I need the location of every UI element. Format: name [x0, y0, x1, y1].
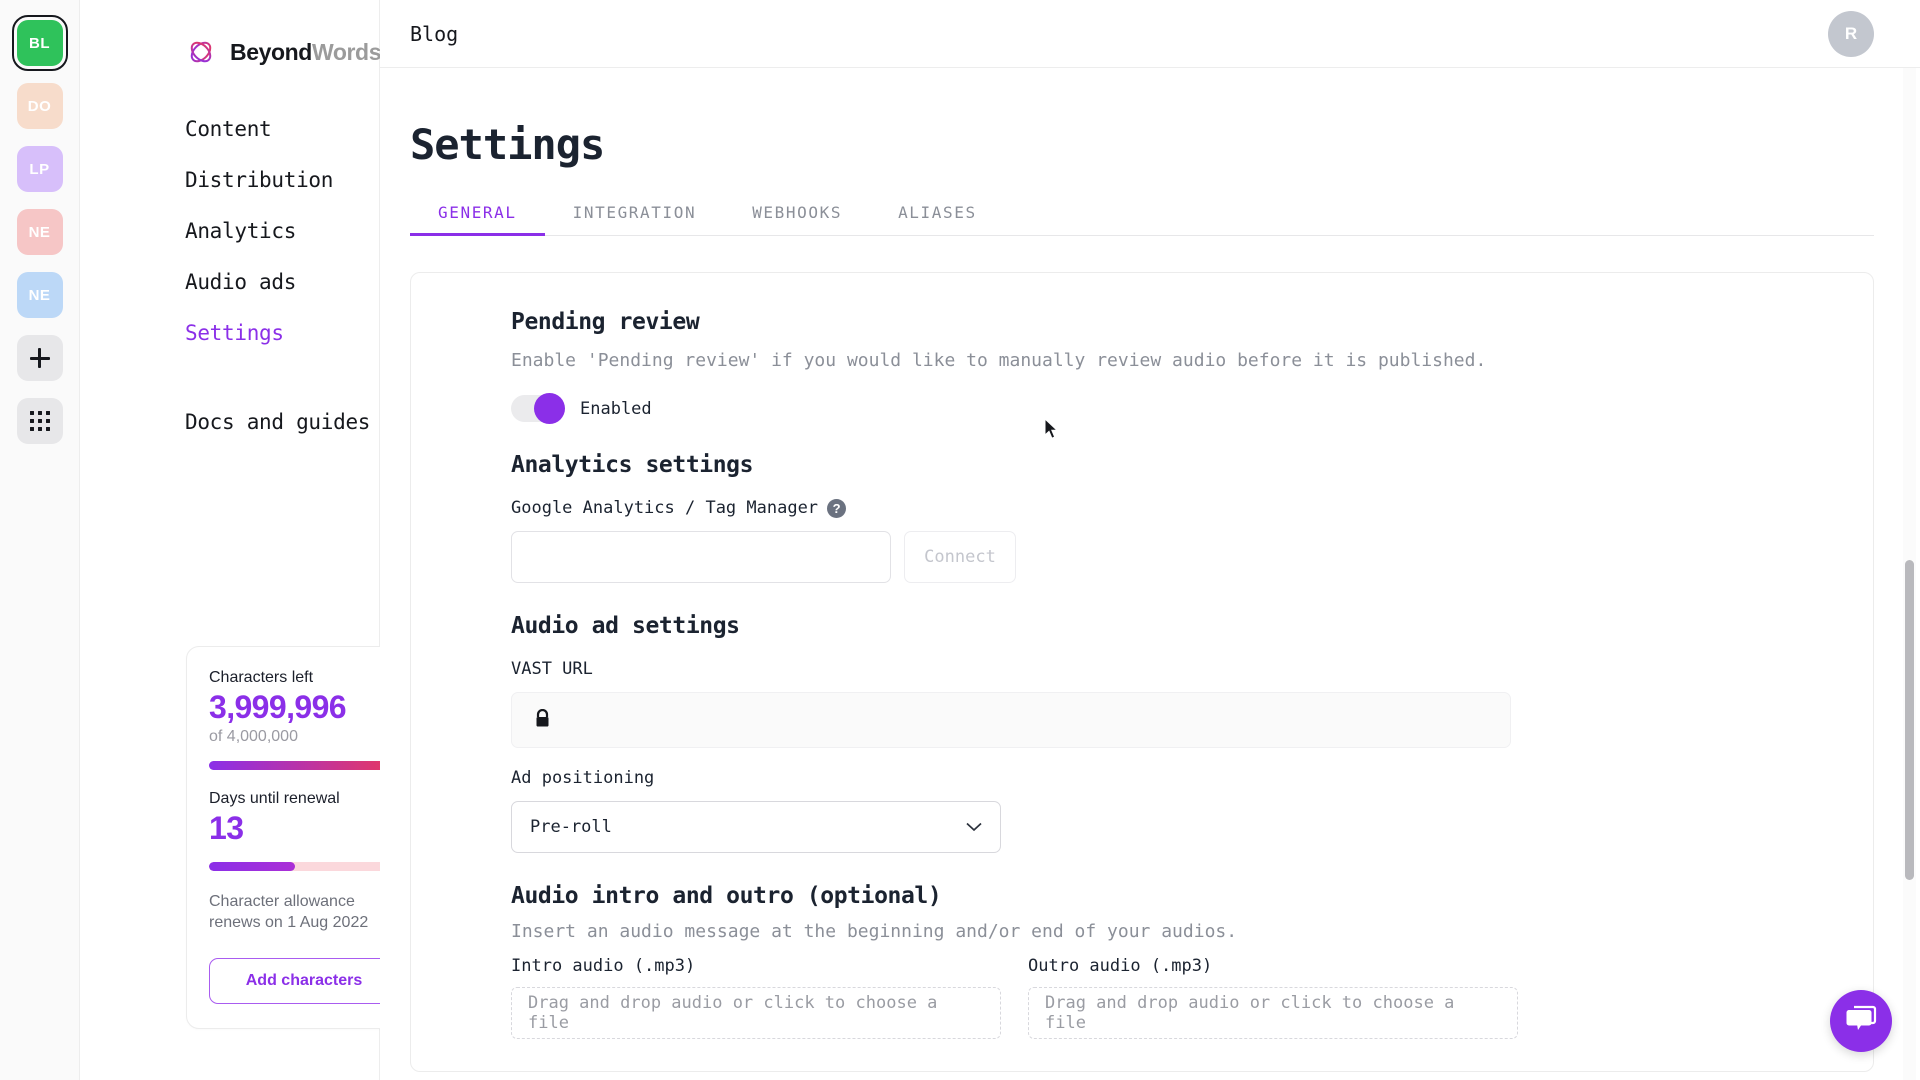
avatar-initial: R [1844, 23, 1858, 43]
add-characters-button[interactable]: Add characters [209, 957, 399, 1004]
google-analytics-label: Google Analytics / Tag Manager ? [511, 498, 1773, 518]
pending-review-toggle-row: Enabled [511, 393, 1773, 424]
sidebar-item-docs-and-guides[interactable]: Docs and guides [185, 410, 370, 434]
workspace-lp[interactable]: LP [16, 146, 63, 192]
sidebar-item-settings[interactable]: Settings [185, 321, 284, 345]
ad-positioning-value: Pre-roll [530, 817, 612, 837]
sidebar-item-content[interactable]: Content [185, 117, 272, 141]
card-inner: Pending review Enable 'Pending review' i… [411, 309, 1873, 1039]
tab-integration[interactable]: INTEGRATION [545, 203, 725, 235]
sidebar-nav: Content Distribution Analytics Audio ads… [80, 117, 379, 434]
sidebar: BeyondWords Content Distribution Analyti… [80, 0, 422, 1080]
help-icon[interactable]: ? [827, 498, 847, 518]
sidebar-item-analytics[interactable]: Analytics [185, 219, 296, 243]
toggle-knob [534, 393, 565, 424]
intro-audio-label: Intro audio (.mp3) [511, 956, 696, 976]
settings-content: Settings GENERAL INTEGRATION WEBHOOKS AL… [380, 120, 1920, 1080]
outro-audio-label: Outro audio (.mp3) [1028, 956, 1213, 976]
audio-ad-settings-heading: Audio ad settings [511, 613, 740, 639]
beyondwords-logo-icon [185, 36, 217, 68]
outro-audio-placeholder: Drag and drop audio or click to choose a… [1045, 993, 1455, 1033]
sidebar-item-audio-ads[interactable]: Audio ads [185, 270, 296, 294]
workspace-bl[interactable]: BL [11, 15, 68, 71]
apps-grid-icon [29, 411, 50, 431]
outro-audio-col: Outro audio (.mp3) Drag and drop audio o… [1028, 956, 1518, 1039]
apps-grid-button[interactable] [16, 398, 63, 444]
audio-dropzones: Intro audio (.mp3) Drag and drop audio o… [511, 956, 1773, 1039]
workspace-ne-2[interactable]: NE [16, 272, 63, 318]
characters-total: of 4,000,000 [209, 727, 298, 745]
topbar: Blog R [380, 0, 1920, 68]
workspace-initials: NE [28, 286, 51, 304]
pending-review-toggle-label: Enabled [580, 398, 652, 419]
workspace-do[interactable]: DO [16, 83, 63, 129]
characters-progress-bar [209, 760, 399, 770]
workspace-initials: NE [28, 223, 51, 241]
vast-url-field [511, 692, 1511, 748]
brand-name-bold: Beyond [230, 38, 312, 65]
pending-review-description: Enable 'Pending review' if you would lik… [511, 350, 1487, 371]
tab-webhooks[interactable]: WEBHOOKS [724, 203, 870, 235]
intro-audio-dropzone[interactable]: Drag and drop audio or click to choose a… [511, 987, 1001, 1039]
intro-audio-placeholder: Drag and drop audio or click to choose a… [528, 993, 938, 1033]
days-until-renewal-label: Days until renewal [209, 789, 340, 807]
page-title: Settings [410, 120, 605, 169]
days-until-renewal-value: 13 [209, 809, 244, 846]
add-project-button[interactable] [16, 335, 63, 381]
intro-audio-col: Intro audio (.mp3) Drag and drop audio o… [511, 956, 1001, 1039]
chat-bubble-icon [1845, 1004, 1877, 1038]
characters-left-value: 3,999,996 [209, 689, 347, 725]
tab-general[interactable]: GENERAL [410, 203, 545, 236]
connect-button[interactable]: Connect [904, 531, 1016, 583]
audio-intro-outro-heading: Audio intro and outro (optional) [511, 883, 942, 909]
days-progress-bar [209, 861, 399, 871]
breadcrumb[interactable]: Blog [410, 22, 458, 46]
plus-icon [29, 347, 51, 369]
chat-widget-button[interactable] [1830, 990, 1892, 1052]
tab-aliases[interactable]: ALIASES [870, 203, 1005, 235]
app-root: BL DO LP NE NE BeyondWords Content Distr… [0, 0, 1920, 1080]
avatar[interactable]: R [1828, 10, 1874, 57]
outro-audio-dropzone[interactable]: Drag and drop audio or click to choose a… [1028, 987, 1518, 1039]
scrollbar-thumb[interactable] [1905, 560, 1914, 880]
pending-review-heading: Pending review [511, 309, 700, 335]
workspace-rail: BL DO LP NE NE [0, 0, 80, 1080]
workspace-initials: BL [29, 34, 50, 52]
workspace-ne-1[interactable]: NE [16, 209, 63, 255]
lock-icon [534, 708, 551, 732]
general-settings-card: Pending review Enable 'Pending review' i… [410, 272, 1874, 1072]
renewal-note: Character allowance renews on 1 Aug 2022 [209, 892, 369, 932]
workspace-initials: DO [27, 97, 52, 115]
brand-name-light: Words [311, 38, 382, 65]
chevron-down-icon [966, 817, 982, 837]
analytics-settings-heading: Analytics settings [511, 452, 754, 478]
ad-positioning-select[interactable]: Pre-roll [511, 801, 1001, 853]
main-area: Blog R Settings GENERAL INTEGRATION WEBH… [380, 0, 1920, 1080]
brand-name: BeyondWords [230, 39, 381, 66]
sidebar-item-distribution[interactable]: Distribution [185, 168, 333, 192]
characters-left-label: Characters left [209, 669, 314, 686]
pending-review-toggle[interactable] [511, 393, 565, 424]
workspace-initials: LP [29, 160, 50, 178]
google-analytics-row: Connect [511, 531, 1773, 583]
settings-tabs: GENERAL INTEGRATION WEBHOOKS ALIASES [410, 203, 1874, 236]
audio-intro-outro-description: Insert an audio message at the beginning… [511, 921, 1238, 942]
brand-logo[interactable]: BeyondWords [80, 32, 381, 72]
google-analytics-label-text: Google Analytics / Tag Manager [511, 498, 819, 518]
vast-url-label: VAST URL [511, 659, 593, 679]
ad-positioning-label: Ad positioning [511, 768, 655, 788]
google-analytics-input[interactable] [511, 531, 891, 583]
